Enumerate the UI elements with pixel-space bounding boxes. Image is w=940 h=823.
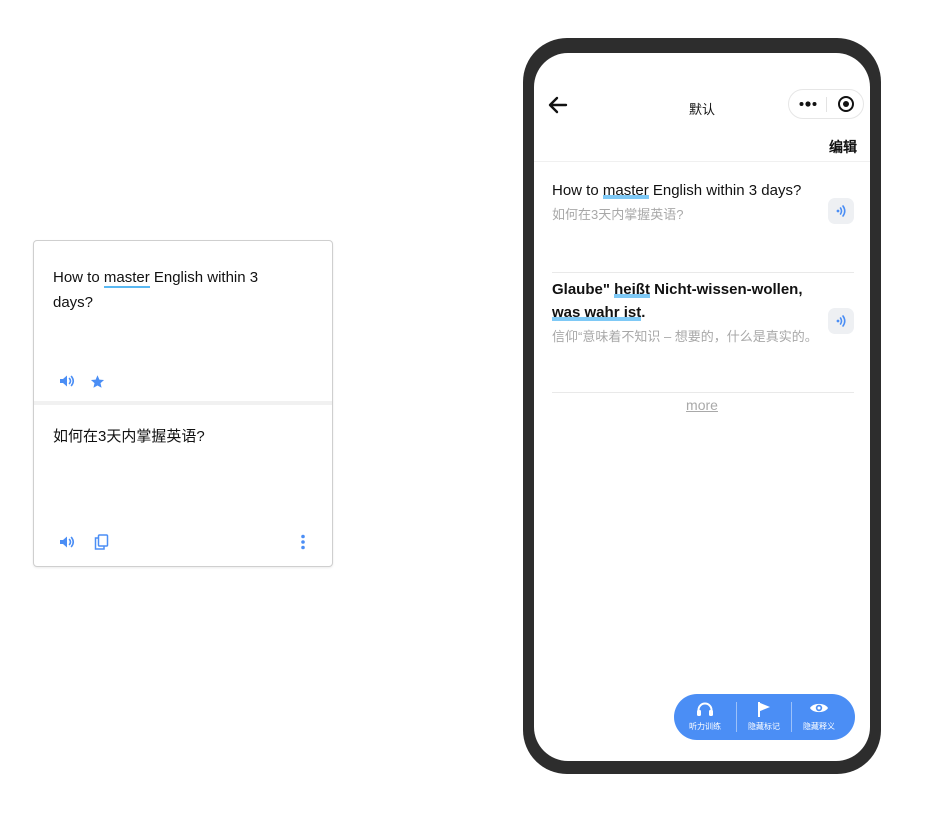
more-dots-icon[interactable] [789, 90, 826, 118]
eye-icon [810, 703, 828, 713]
sentence-text: English within 3 days? [648, 182, 802, 199]
sentence-item[interactable]: Glaube" heißt Nicht-wissen-wollen, was w… [552, 278, 854, 393]
sentence-translation: 信仰“意味着不知识 – 想要的，什么是真实的。 [552, 329, 818, 344]
hide-definitions-button[interactable]: 隐藏释义 [792, 694, 846, 740]
highlight-word[interactable]: master [603, 182, 649, 199]
source-panel: How to master English within 3 days? [34, 241, 332, 401]
sentence-english: Glaube" heißt Nicht-wissen-wollen, was w… [552, 278, 822, 324]
speaker-icon[interactable] [57, 532, 77, 552]
edit-button[interactable]: 编辑 [829, 137, 857, 157]
toolbar-label: 隐藏释义 [803, 722, 835, 731]
listening-training-button[interactable]: 听力训练 [678, 694, 732, 740]
highlight-word[interactable]: heißt [614, 281, 650, 298]
toolbar-label: 听力训练 [689, 722, 721, 731]
highlight-phrase[interactable]: was wahr ist [552, 304, 641, 321]
target-text[interactable]: 如何在3天内掌握英语? [53, 424, 293, 449]
star-icon[interactable] [87, 371, 107, 391]
mini-program-capsule [788, 89, 864, 119]
speaker-icon[interactable] [57, 371, 77, 391]
target-panel: 如何在3天内掌握英语? [34, 405, 332, 566]
sentence-text: How to [552, 182, 603, 199]
sentence-item[interactable]: How to master English within 3 days? 如何在… [552, 179, 854, 273]
headphones-icon [697, 702, 713, 716]
play-audio-icon[interactable] [828, 308, 854, 334]
translation-card: How to master English within 3 days? 如何在… [33, 240, 333, 567]
sentence-text: Glaube" [552, 281, 615, 298]
phone-frame: 默认 编辑 How to master English within 3 day… [523, 38, 881, 774]
hide-marks-button[interactable]: 隐藏标记 [737, 694, 791, 740]
sentence-translation: 如何在3天内掌握英语? [552, 207, 684, 222]
header-divider [534, 161, 870, 162]
phone-screen: 默认 编辑 How to master English within 3 day… [534, 53, 870, 761]
copy-icon[interactable] [91, 532, 111, 552]
sentence-text: . [641, 304, 646, 321]
play-audio-icon[interactable] [828, 198, 854, 224]
item-divider [552, 272, 854, 273]
sentence-english: How to master English within 3 days? [552, 179, 822, 202]
more-link[interactable]: more [534, 397, 870, 413]
flag-icon [758, 702, 770, 717]
toolbar-label: 隐藏标记 [748, 722, 780, 731]
source-highlight-word[interactable]: master [103, 269, 150, 288]
item-divider [552, 392, 854, 393]
floating-toolbar: 听力训练 隐藏标记 隐藏释义 [674, 694, 855, 740]
source-text[interactable]: How to master English within 3 days? [53, 265, 293, 315]
target-close-icon[interactable] [827, 90, 864, 118]
more-vertical-icon[interactable] [293, 532, 313, 552]
source-text-prefix: How to [53, 269, 104, 286]
sentence-text: Nicht-wissen-wollen, [649, 281, 803, 298]
